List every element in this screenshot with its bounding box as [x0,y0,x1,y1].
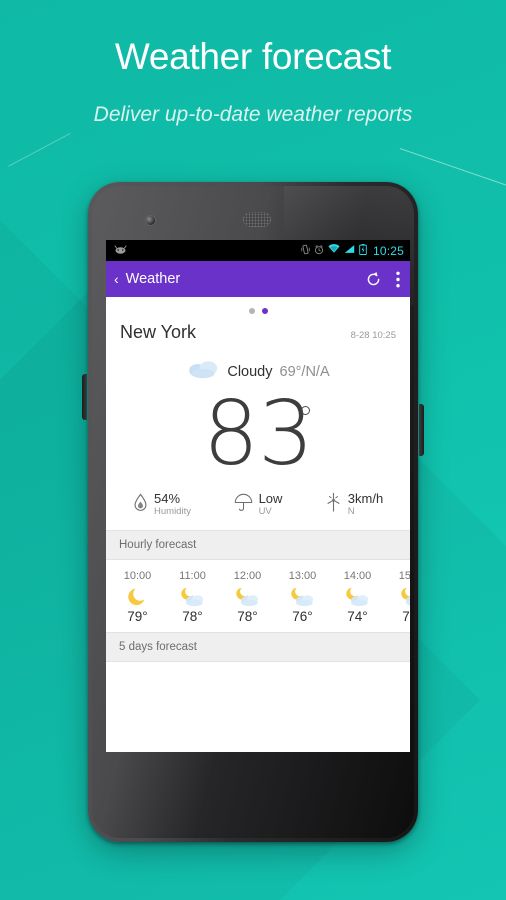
temperature-value: 83 [203,382,314,485]
water-drop-icon [133,493,148,517]
current-temperature: 83 [106,386,410,482]
condition-text: Cloudy [227,363,273,380]
hour-temp: 79° [127,608,148,624]
stats-row: 54% Humidity Low UV 3km/h N [106,482,410,530]
hour-time: 12:00 [233,569,262,582]
cloud-icon [186,359,220,384]
hourly-item[interactable]: 15:00 72° [385,570,410,624]
page-dot-1[interactable] [248,308,255,314]
moon-cloud-icon [330,584,385,608]
page-indicator[interactable] [106,297,410,314]
android-head-icon [114,244,127,258]
moon-icon [110,584,165,608]
daily-forecast-header: 5 days forecast [106,631,410,662]
wind-value: 3km/h [347,491,384,506]
hourly-item[interactable]: 10:00 79° [110,570,165,624]
hour-time: 11:00 [179,569,206,582]
hour-time: 15:00 [398,569,410,582]
page-dot-2[interactable] [261,308,268,314]
vibrate-icon [301,244,310,258]
wind-turbine-icon [325,492,342,517]
hour-time: 13:00 [288,569,317,582]
degree-symbol-icon [301,406,310,415]
stat-wind: 3km/h N [306,491,402,518]
app-bar: ‹ Weather [106,261,410,297]
umbrella-icon [234,493,253,517]
status-bar: 10:25 [106,240,410,261]
uv-value: Low [258,491,283,506]
moon-cloud-icon [220,584,275,608]
hourly-item[interactable]: 14:00 74° [330,570,385,624]
hour-temp: 72° [402,608,410,624]
hourly-item[interactable]: 11:00 78° [165,570,220,624]
condition-range: 69°/N/A [279,363,330,380]
observation-time: 8-28 10:25 [350,330,396,341]
wifi-icon [328,244,340,257]
moon-cloud-icon [385,584,410,608]
hour-temp: 78° [182,608,203,624]
hour-temp: 74° [347,608,368,624]
humidity-value: 54% [154,491,181,506]
earpiece-speaker [243,212,271,227]
hour-time: 10:00 [123,569,152,582]
hour-temp: 78° [237,608,258,624]
hourly-item[interactable]: 13:00 76° [275,570,330,624]
promo-subheadline: Deliver up-to-date weather reports [93,103,413,126]
status-clock: 10:25 [372,243,404,258]
condition-row: Cloudy 69°/N/A [106,359,410,384]
power-button[interactable] [419,404,424,456]
overflow-menu-icon[interactable] [396,271,400,288]
hour-time: 14:00 [343,569,372,582]
city-row: New York 8-28 10:25 [106,314,410,343]
moon-cloud-icon [275,584,330,608]
app-title: Weather [125,271,181,287]
hour-temp: 76° [292,608,313,624]
back-button[interactable]: ‹ [114,272,119,286]
hourly-forecast-header: Hourly forecast [106,529,410,560]
city-name: New York [120,322,197,342]
weather-content: New York 8-28 10:25 Cloudy 69°/N/A 83 54… [106,297,410,752]
refresh-icon[interactable] [365,271,382,288]
volume-button[interactable] [82,374,87,420]
stat-humidity: 54% Humidity [114,491,210,518]
moon-cloud-icon [165,584,220,608]
phone-device-mockup: 10:25 ‹ Weather New York 8-28 10:25 Clou… [82,182,424,842]
phone-screen: 10:25 ‹ Weather New York 8-28 10:25 Clou… [106,240,410,752]
stat-uv: Low UV [210,491,306,518]
hourly-forecast-list[interactable]: 10:00 79° 11:00 78° 12:00 78° 13:00 76° … [106,560,410,632]
wind-direction-label: N [347,505,355,517]
uv-label: UV [258,505,272,517]
hourly-item[interactable]: 12:00 78° [220,570,275,624]
front-camera-icon [146,216,155,225]
promo-headline: Weather forecast [114,36,392,77]
signal-bars-icon [344,244,355,257]
humidity-label: Humidity [154,505,191,517]
battery-charging-icon [359,243,367,258]
alarm-clock-icon [314,244,324,258]
